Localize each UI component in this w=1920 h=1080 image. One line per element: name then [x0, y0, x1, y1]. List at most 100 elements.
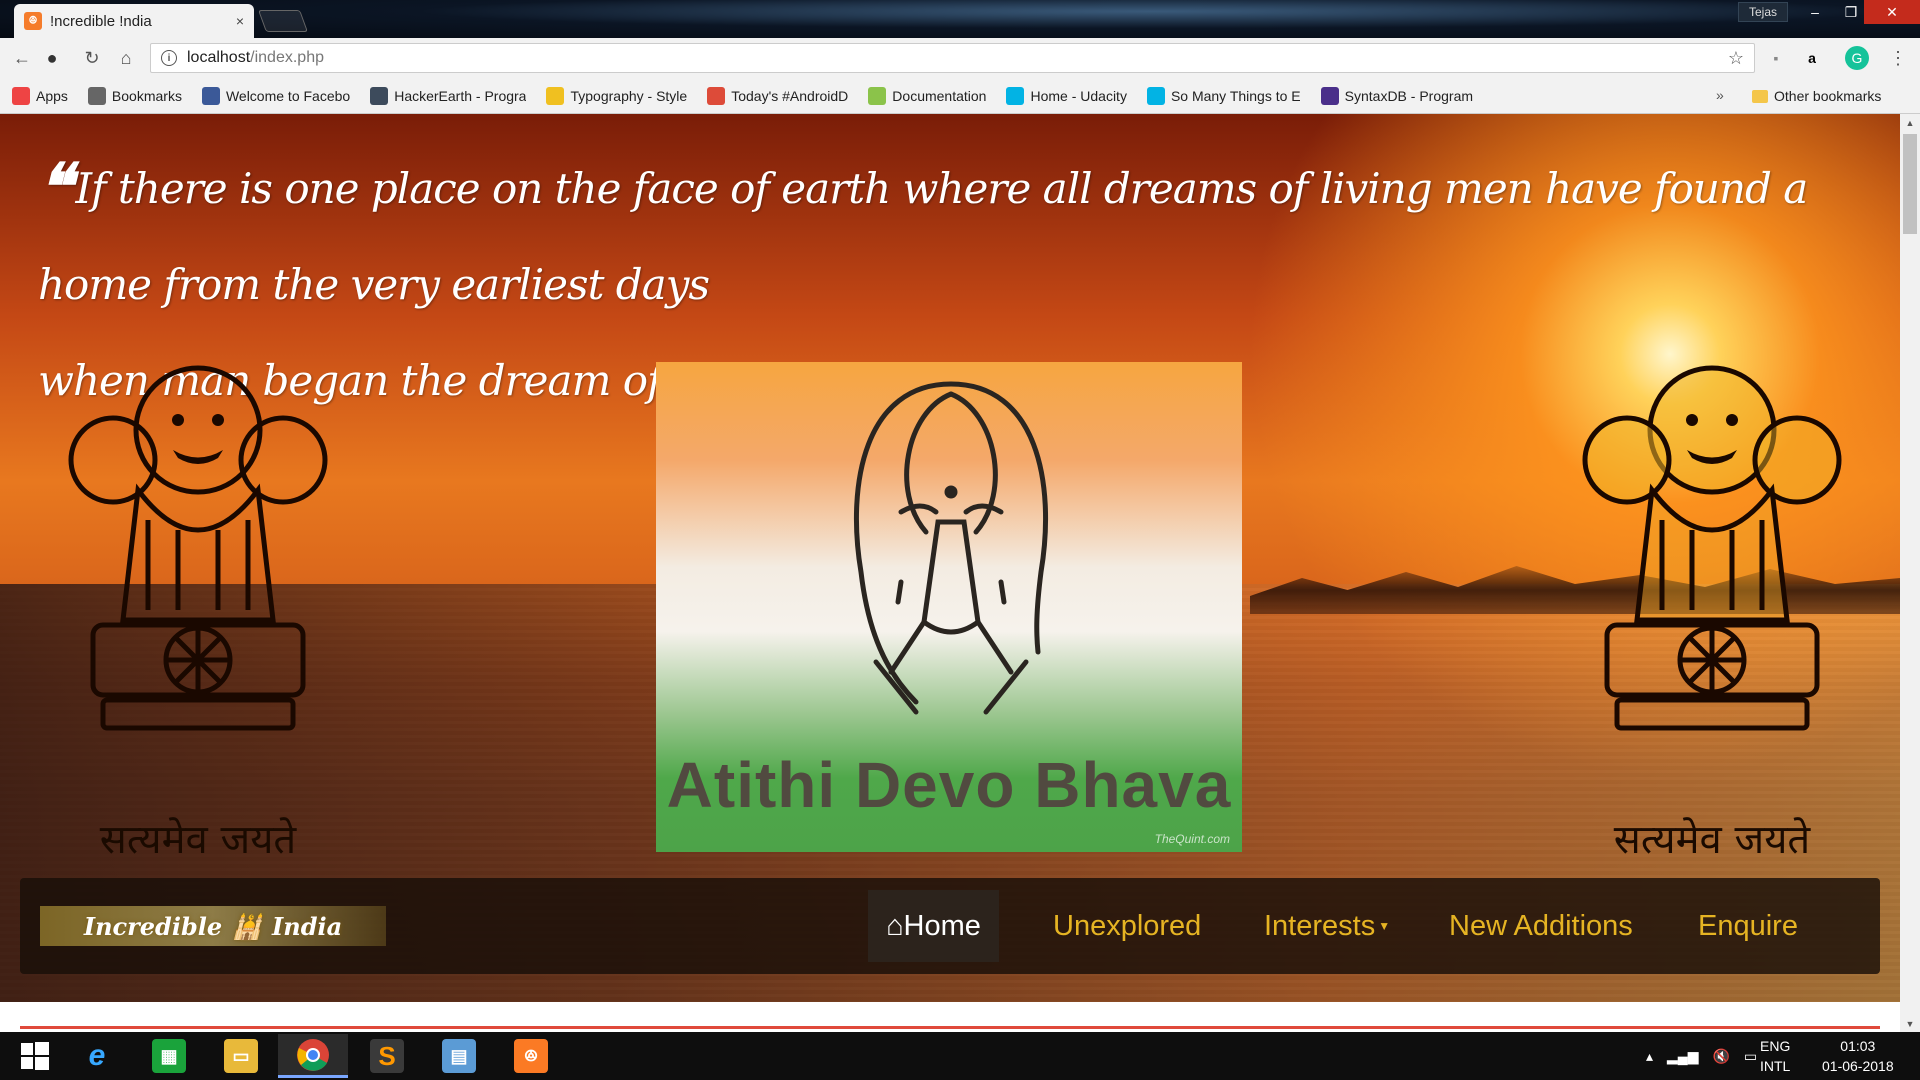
action-center-icon[interactable]: ▭ — [1744, 1048, 1757, 1065]
taj-mahal-icon: 🕌 — [232, 911, 263, 941]
new-tab-button[interactable] — [257, 10, 309, 32]
chrome-icon[interactable] — [278, 1034, 348, 1078]
hero-caption: Atithi Devo Bhava — [666, 749, 1232, 821]
atithi-devo-bhava-image: Atithi Devo Bhava TheQuint.com — [656, 362, 1242, 852]
tab-close-icon[interactable]: × — [236, 13, 244, 29]
grammarly-icon[interactable]: G — [1845, 46, 1869, 70]
bookmark-item[interactable]: Apps — [12, 86, 68, 105]
back-arrow-icon[interactable]: ← — [10, 46, 34, 70]
other-bookmarks-label: Other bookmarks — [1774, 88, 1882, 104]
bookmark-label: Today's #AndroidD — [731, 87, 849, 104]
windows-store-icon[interactable]: ▦ — [134, 1034, 204, 1078]
bookmark-item[interactable]: Bookmarks — [87, 86, 182, 105]
bookmark-item[interactable]: Home - Udacity — [1006, 86, 1127, 105]
bookmark-star-icon[interactable]: ☆ — [1728, 48, 1744, 69]
nav-enquire[interactable]: Enquire — [1698, 878, 1798, 974]
nav-interests-label: Interests — [1264, 909, 1376, 942]
url-text: localhost/index.php — [187, 49, 324, 66]
clock-date: 01-06-2018 — [1822, 1058, 1894, 1074]
extension-puzzle-icon[interactable]: ▪ — [1764, 46, 1788, 70]
quote-mark-icon: ❝ — [38, 150, 72, 225]
caret-down-icon: ▼ — [1378, 919, 1391, 933]
google-plus-icon — [707, 86, 726, 105]
bookmark-label: So Many Things to E — [1170, 87, 1301, 104]
browser-tab-active[interactable]: ꔮ !ncredible !ndia × — [14, 4, 254, 38]
home-icon[interactable]: ⌂ — [114, 46, 138, 70]
extension-orb-icon[interactable]: ● — [40, 46, 64, 70]
apps-grid-icon — [12, 86, 30, 105]
site-info-icon[interactable]: i — [161, 50, 177, 66]
quote-line-1: If there is one place on the face of ear… — [38, 164, 1808, 309]
ashoka-emblem-left-icon — [68, 365, 328, 731]
lang-layout: INTL — [1760, 1058, 1791, 1074]
bookmarks-bar: Apps Bookmarks Welcome to Facebo HackerEart… — [0, 78, 1920, 114]
scroll-thumb[interactable] — [1903, 134, 1917, 234]
main-navbar: Incredible 🕌 India ⌂ Home Unexplored Inte… — [20, 878, 1880, 974]
bookmark-label: HackerEarth - Progra — [394, 87, 527, 104]
other-bookmarks[interactable]: Other bookmarks — [1752, 78, 1881, 114]
amazon-extension-icon[interactable]: a — [1800, 46, 1824, 70]
scroll-up-icon[interactable]: ▲ — [1900, 114, 1920, 131]
namaste-figure-icon — [853, 381, 1049, 715]
brand-logo[interactable]: Incredible 🕌 India — [40, 906, 386, 946]
typography-icon — [546, 86, 565, 105]
facebook-icon — [201, 86, 220, 105]
folder-icon — [1752, 89, 1768, 103]
input-language[interactable]: ENG INTL — [1760, 1032, 1790, 1080]
browser-titlebar: ꔮ !ncredible !ndia × Tejas – ❐ ✕ — [0, 0, 1920, 38]
nav-new-additions[interactable]: New Additions — [1449, 878, 1633, 974]
profile-button[interactable]: Tejas — [1738, 2, 1789, 22]
accent-divider — [20, 1026, 1880, 1029]
address-bar[interactable]: i localhost/index.php ☆ — [150, 43, 1755, 73]
start-windows-icon[interactable] — [0, 1034, 70, 1078]
nav-home-label: Home — [903, 909, 981, 942]
volume-muted-icon[interactable]: 🔇 — [1712, 1048, 1729, 1065]
browser-toolbar: ← ● ↻ ⌂ i localhost/index.php ☆ ▪ a G ⋮ — [0, 38, 1920, 78]
sublime-text-icon[interactable]: S — [352, 1034, 422, 1078]
file-explorer-icon[interactable]: ▭ — [206, 1034, 276, 1078]
nav-unexplored[interactable]: Unexplored — [1053, 878, 1201, 974]
menu-kebab-icon[interactable]: ⋮ — [1886, 46, 1910, 70]
bookmark-item[interactable]: Documentation — [868, 86, 986, 105]
bookmark-label: Apps — [36, 87, 68, 104]
udacity-icon — [1146, 86, 1165, 105]
brand-text-left: Incredible — [83, 911, 223, 941]
bookmark-label: Welcome to Facebo — [225, 87, 351, 104]
bookmark-item[interactable]: Today's #AndroidD — [707, 86, 849, 105]
bookmark-item[interactable]: SyntaxDB - Program — [1320, 86, 1474, 105]
hero-credit: TheQuint.com — [1154, 832, 1230, 846]
motto-right: सत्यमेव जयते — [1613, 817, 1811, 863]
nav-home[interactable]: ⌂ Home — [868, 890, 999, 962]
internet-explorer-icon[interactable]: e — [62, 1034, 132, 1078]
clock-time: 01:03 — [1840, 1038, 1876, 1054]
xampp-icon[interactable]: ꔮ — [496, 1034, 566, 1078]
bookmark-label: Home - Udacity — [1030, 87, 1127, 104]
system-clock[interactable]: 01:03 01-06-2018 — [1822, 1032, 1894, 1080]
tab-title: !ncredible !ndia — [50, 12, 152, 30]
signal-icon[interactable]: ▂▄▆ — [1667, 1048, 1698, 1065]
bookmark-item[interactable]: Welcome to Facebo — [201, 86, 351, 105]
nav-interests-dropdown[interactable]: Interests ▼ — [1264, 878, 1390, 974]
motto-left: सत्यमेव जयते — [99, 817, 297, 863]
control-panel-icon[interactable]: ▤ — [424, 1034, 494, 1078]
bookmark-item[interactable]: So Many Things to E — [1146, 86, 1301, 105]
bookmarks-overflow-icon[interactable]: » — [1716, 87, 1724, 103]
hackerearth-icon — [370, 86, 389, 105]
xampp-favicon-icon: ꔮ — [24, 12, 42, 30]
scroll-down-icon[interactable]: ▼ — [1900, 1015, 1920, 1032]
bookmark-label: Typography - Style — [570, 87, 688, 104]
bookmark-item[interactable]: HackerEarth - Progra — [370, 86, 527, 105]
windows-taskbar: e ▦ ▭ S ▤ ꔮ ▴ ▂▄▆ 🔇 ▭ ENG INTL 01:03 01-… — [0, 1032, 1920, 1080]
reload-icon[interactable]: ↻ — [80, 46, 104, 70]
syntaxdb-icon — [1320, 86, 1339, 105]
system-tray: ▴ ▂▄▆ 🔇 ▭ — [1646, 1032, 1757, 1080]
window-close-icon[interactable]: ✕ — [1864, 0, 1920, 24]
minimize-icon[interactable]: – — [1797, 0, 1833, 24]
tray-overflow-icon[interactable]: ▴ — [1646, 1048, 1653, 1065]
bookmark-item[interactable]: Typography - Style — [546, 86, 688, 105]
page-scrollbar[interactable]: ▲ ▼ — [1900, 114, 1920, 1032]
lang-code: ENG — [1760, 1038, 1791, 1054]
star-icon — [87, 86, 106, 105]
brand-text-right: India — [272, 911, 343, 941]
bookmark-label: SyntaxDB - Program — [1344, 87, 1474, 104]
